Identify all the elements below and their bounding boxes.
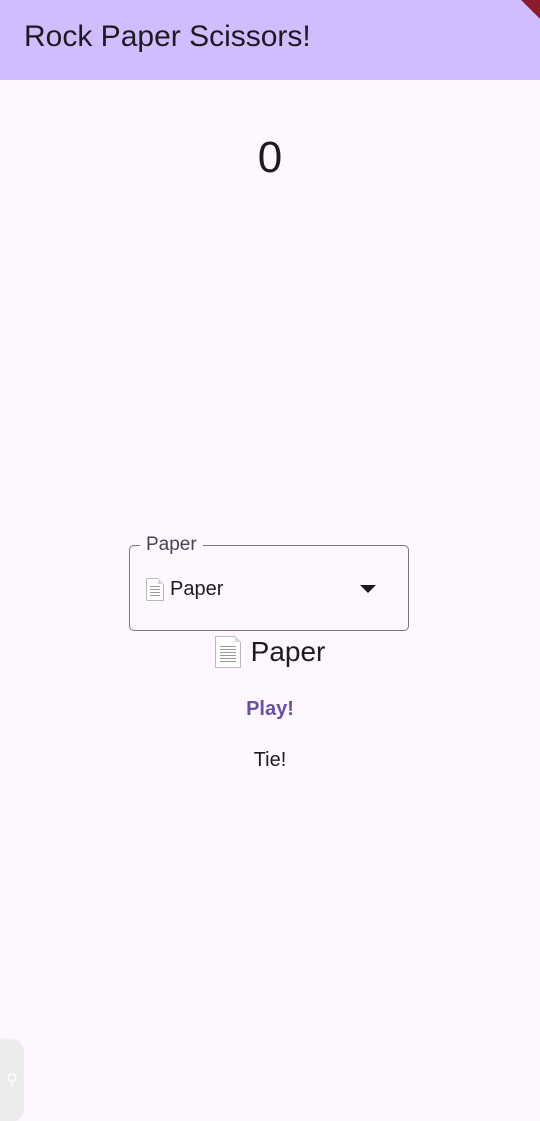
app-bar: Rock Paper Scissors! (0, 0, 540, 80)
debug-ribbon (508, 0, 540, 40)
accessibility-icon: ⚲ (6, 1072, 18, 1089)
dropdown-label: Paper (140, 533, 203, 557)
document-icon (146, 577, 164, 601)
document-icon (214, 636, 241, 668)
choice-dropdown[interactable]: Paper Paper (129, 533, 409, 631)
accessibility-tab[interactable]: ⚲ (0, 1040, 23, 1121)
score-counter: 0 (257, 133, 283, 182)
dropdown-selected-text: Paper (170, 578, 224, 600)
dropdown-selected-value[interactable]: Paper (146, 576, 223, 602)
result-text: Tie! (253, 749, 287, 771)
dropdown-caret-icon[interactable] (360, 585, 376, 593)
play-button[interactable]: Play! (222, 689, 318, 729)
player-selection-text: Paper (250, 636, 326, 667)
player-selection: Paper (0, 634, 540, 670)
app-title: Rock Paper Scissors! (24, 20, 311, 53)
debug-banner (500, 0, 540, 40)
